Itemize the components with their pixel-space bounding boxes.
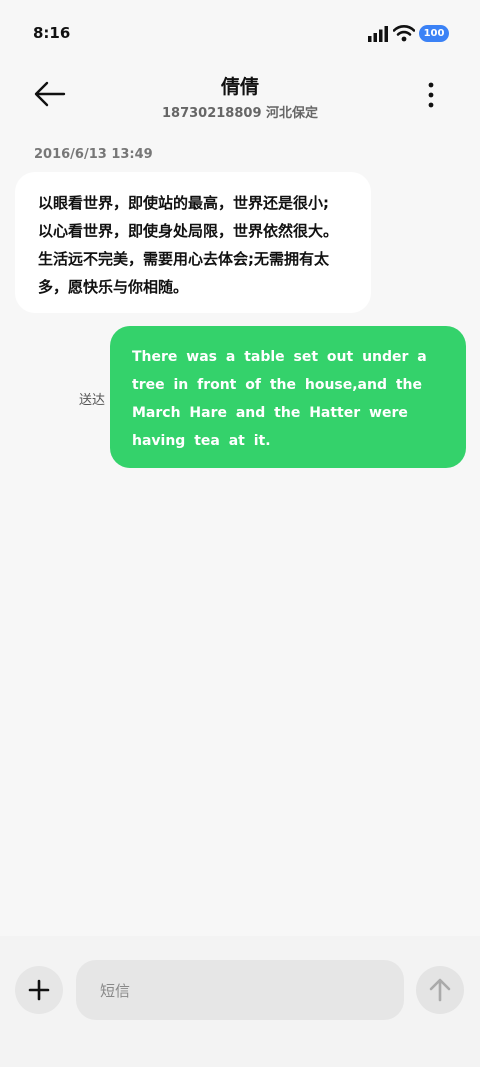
message-line: March Hare and the Hatter were <box>132 405 408 421</box>
conversation-header: 倩倩 18730218809 河北保定 <box>0 64 480 134</box>
signal-icon <box>368 26 388 42</box>
message-line: 以心看世界，即使身处局限，世界依然很大。 <box>38 222 339 240</box>
send-button[interactable] <box>416 966 464 1014</box>
status-time: 8:16 <box>33 24 71 42</box>
wifi-icon <box>393 25 415 42</box>
message-timestamp: 2016/6/13 13:49 <box>34 147 153 162</box>
delivery-status: 送达 <box>79 393 106 408</box>
send-arrow-icon <box>429 978 451 1002</box>
incoming-message-bubble[interactable]: 以眼看世界，即使站的最高，世界还是很小; 以心看世界，即使身处局限，世界依然很大… <box>15 172 371 313</box>
contact-info: 18730218809 河北保定 <box>161 106 319 121</box>
message-line: having tea at it. <box>132 433 271 449</box>
message-line: tree in front of the house,and the <box>132 377 423 393</box>
plus-icon <box>28 979 50 1001</box>
add-attachment-button[interactable] <box>15 966 63 1014</box>
message-line: There was a table set out under a <box>132 349 427 365</box>
battery-badge: 100 <box>419 25 449 42</box>
status-bar: 8:16 100 <box>0 0 480 64</box>
message-line: 生活远不完美，需要用心去体会;无需拥有太 <box>38 250 330 268</box>
message-line: 多，愿快乐与你相随。 <box>38 278 189 296</box>
more-options-icon[interactable] <box>418 80 444 110</box>
outgoing-message-bubble[interactable]: There was a table set out under a tree i… <box>110 326 466 468</box>
message-input-placeholder: 短信 <box>100 982 131 1000</box>
contact-name: 倩倩 <box>220 76 259 98</box>
message-input[interactable]: 短信 <box>76 960 404 1020</box>
message-line: 以眼看世界，即使站的最高，世界还是很小; <box>38 194 330 212</box>
